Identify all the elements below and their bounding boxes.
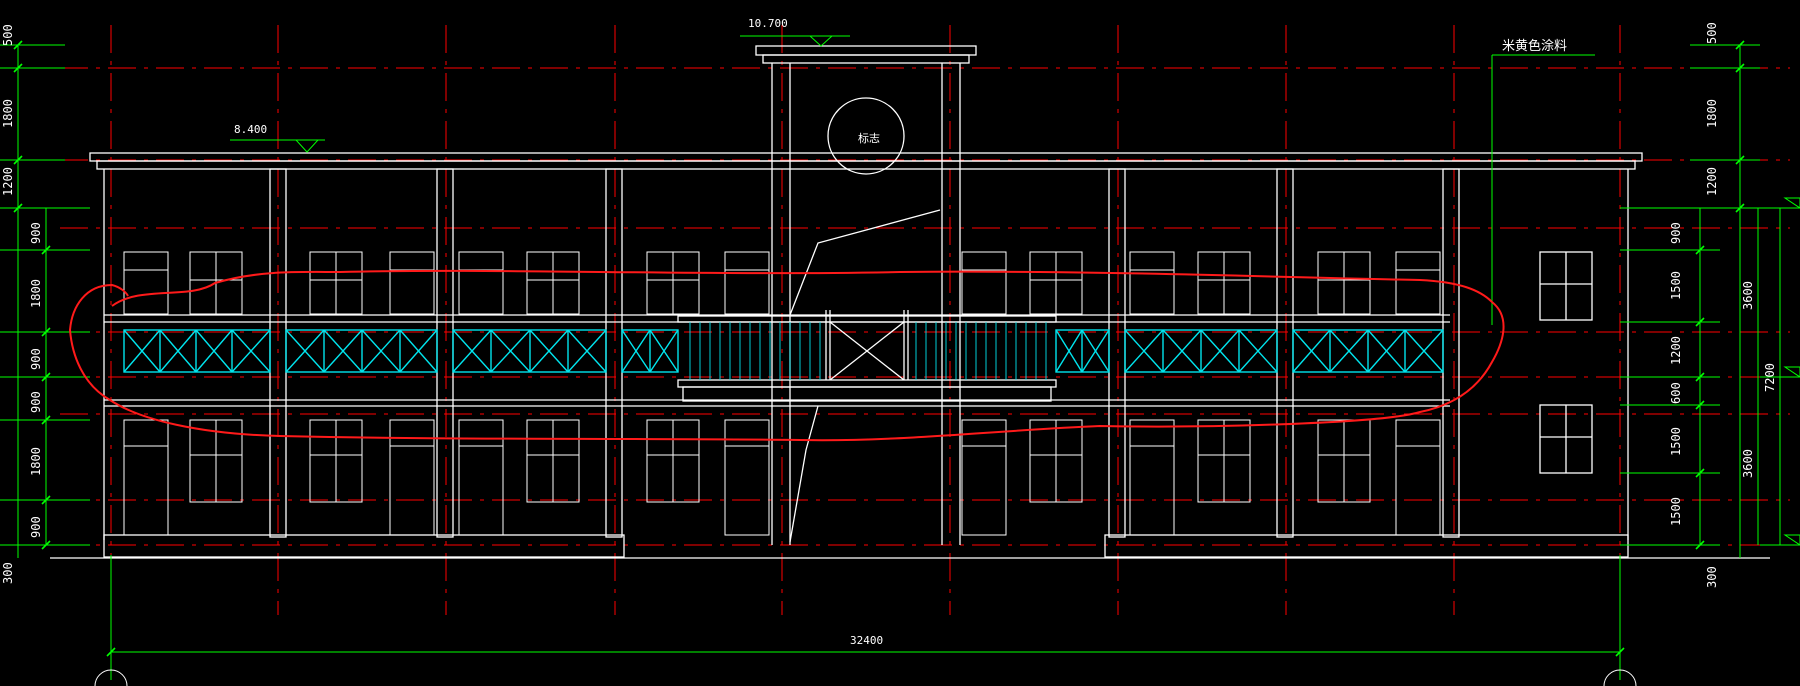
elevation-markers [294, 35, 1800, 546]
right-dim-500: 500 [1705, 22, 1719, 44]
right-dim-1200-a: 1200 [1705, 167, 1719, 196]
left-dim-900-a: 900 [29, 222, 43, 244]
right-dim-1500-a: 1500 [1669, 271, 1683, 300]
left-dim-900-d: 900 [29, 516, 43, 538]
right-dim-300: 300 [1705, 566, 1719, 588]
right-dim-1200-b: 1200 [1669, 336, 1683, 365]
right-dim-900: 900 [1669, 222, 1683, 244]
balcony-railing [123, 329, 1444, 373]
left-dim-300: 300 [1, 562, 15, 584]
overall-width-label: 32400 [850, 634, 883, 647]
left-dim-900-c: 900 [29, 391, 43, 413]
axis-grid [60, 25, 1790, 615]
right-dim-1500-b: 1500 [1669, 427, 1683, 456]
left-dim-1200: 1200 [1, 167, 15, 196]
logo-label: 标志 [858, 131, 880, 145]
right-dim-3600-a: 3600 [1741, 281, 1755, 310]
left-dim-900-b: 900 [29, 348, 43, 370]
left-dim-1800-a: 1800 [1, 99, 15, 128]
right-dim-labels: 500 1800 1200 900 1500 1200 600 1500 150… [1669, 22, 1777, 588]
right-dim-600: 600 [1669, 382, 1683, 404]
elevation-top-label: 10.700 [748, 17, 788, 30]
cad-elevation-drawing: 10.700 8.400 标志 米黄色涂料 32400 500 1800 120… [0, 17, 1800, 686]
right-dim-3600-b: 3600 [1741, 449, 1755, 478]
right-dim-7200: 7200 [1763, 363, 1777, 392]
elevation-roof-label: 8.400 [234, 123, 267, 136]
building-outline [50, 45, 1770, 559]
left-dim-500: 500 [1, 24, 15, 46]
finish-note-label: 米黄色涂料 [1502, 38, 1567, 54]
right-dim-1500-c: 1500 [1669, 497, 1683, 526]
markup-circle [68, 269, 1505, 442]
left-dim-1800-b: 1800 [29, 279, 43, 308]
left-dim-1800-c: 1800 [29, 447, 43, 476]
right-dim-1800: 1800 [1705, 99, 1719, 128]
